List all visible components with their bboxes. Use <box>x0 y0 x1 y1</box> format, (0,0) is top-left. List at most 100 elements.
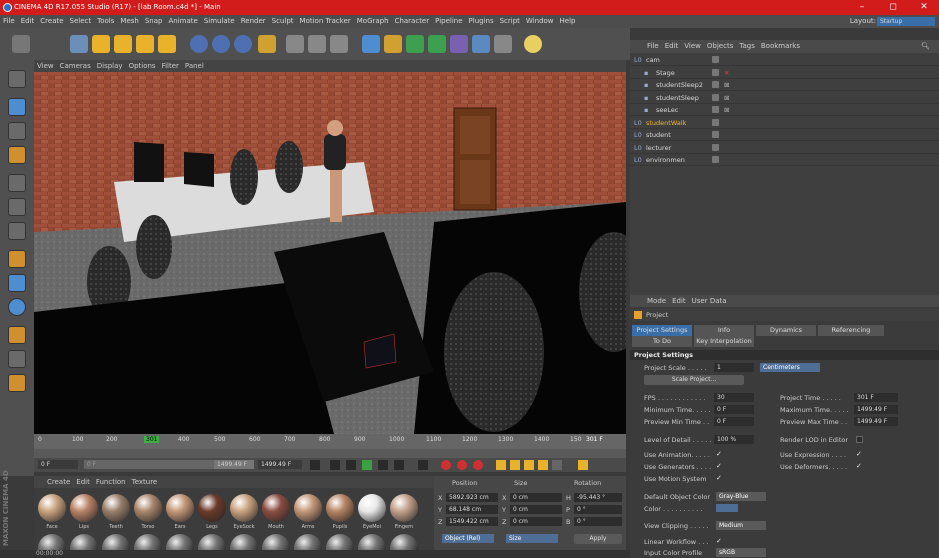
attr-menu-user-data[interactable]: User Data <box>689 295 730 307</box>
timeline[interactable]: 0 100 200 301 400 500 600 700 800 900 10… <box>34 434 626 458</box>
size-z-field[interactable]: 0 cm <box>510 517 562 526</box>
3d-viewport[interactable] <box>34 72 626 434</box>
coordinate-mode-dropdown[interactable]: Object (Rel) <box>442 534 494 543</box>
material-menu-edit[interactable]: Edit <box>73 476 93 488</box>
menu-mesh[interactable]: Mesh <box>117 15 141 28</box>
menu-script[interactable]: Script <box>497 15 523 28</box>
preview-max-field[interactable]: 1499.49 F <box>854 417 898 426</box>
tab-to-do[interactable]: To Do <box>632 336 692 347</box>
subdivision-icon[interactable] <box>406 35 424 53</box>
material-swatch[interactable] <box>102 494 130 522</box>
visibility-toggle-icon[interactable] <box>712 143 719 151</box>
objmgr-menu-file[interactable]: File <box>644 40 662 53</box>
move-icon[interactable] <box>92 35 110 53</box>
render-picture-viewer-icon[interactable] <box>308 35 326 53</box>
material-swatch[interactable] <box>358 494 386 522</box>
visibility-toggle-icon[interactable] <box>712 81 719 88</box>
pen-icon[interactable] <box>384 35 402 53</box>
render-status-icon[interactable]: ⊠ <box>724 92 729 104</box>
visibility-toggle-icon[interactable] <box>712 93 719 101</box>
close-button[interactable]: ✕ <box>909 0 939 15</box>
menu-pipeline[interactable]: Pipeline <box>432 15 465 28</box>
min-time-field[interactable]: 0 F <box>714 405 754 414</box>
size-mode-dropdown[interactable]: Size <box>506 534 558 543</box>
material-swatch[interactable] <box>198 494 226 522</box>
object-name[interactable]: studentSleep2 <box>656 79 703 91</box>
menu-create[interactable]: Create <box>37 15 66 28</box>
fps-field[interactable]: 30 <box>714 393 754 402</box>
start-frame-field[interactable]: 0 F <box>38 460 78 469</box>
menu-edit[interactable]: Edit <box>18 15 38 28</box>
undo-icon[interactable] <box>12 35 30 53</box>
snap-icon[interactable] <box>8 298 26 316</box>
render-status-icon[interactable]: ⊠ <box>724 104 729 116</box>
render-lod-checkbox[interactable] <box>856 436 863 443</box>
viewport-menu-display[interactable]: Display <box>94 60 126 72</box>
object-name[interactable]: student <box>646 129 671 141</box>
lock-workplane-icon[interactable] <box>8 350 26 368</box>
array-icon[interactable] <box>428 35 446 53</box>
recent-tool-icon[interactable] <box>158 35 176 53</box>
viewport-menu-filter[interactable]: Filter <box>159 60 182 72</box>
texture-mode-icon[interactable] <box>8 122 26 140</box>
scale-project-button[interactable]: Scale Project... <box>644 375 744 385</box>
material-swatch[interactable] <box>70 494 98 522</box>
visibility-toggle-icon[interactable] <box>712 68 719 76</box>
live-selection-icon[interactable] <box>70 35 88 53</box>
end-frame-field[interactable]: 1499.49 F <box>258 460 302 469</box>
viewport-menu-options[interactable]: Options <box>126 60 159 72</box>
workplane-icon[interactable] <box>8 146 26 164</box>
material-swatch[interactable] <box>390 494 418 522</box>
coordinate-system-icon[interactable] <box>258 35 276 53</box>
points-mode-icon[interactable] <box>8 174 26 192</box>
menu-sculpt[interactable]: Sculpt <box>269 15 297 28</box>
light-icon[interactable] <box>524 35 542 53</box>
y-axis-icon[interactable] <box>212 35 230 53</box>
pos-y-field[interactable]: 68.148 cm <box>446 505 498 514</box>
menu-plugins[interactable]: Plugins <box>466 15 497 28</box>
use-motion-checkbox[interactable]: ✓ <box>716 474 722 482</box>
rot-h-field[interactable]: -95.443 ° <box>574 493 622 502</box>
apply-button[interactable]: Apply <box>574 534 622 544</box>
viewport-menu-cameras[interactable]: Cameras <box>57 60 94 72</box>
tab-key-interpolation[interactable]: Key Interpolation <box>694 336 754 347</box>
object-row[interactable]: ▪ studentSleep ⊠ <box>630 92 939 104</box>
menu-animate[interactable]: Animate <box>165 15 200 28</box>
use-expression-checkbox[interactable]: ✓ <box>856 450 862 458</box>
camera-icon[interactable] <box>494 35 512 53</box>
polygons-mode-icon[interactable] <box>8 222 26 240</box>
material-menu-function[interactable]: Function <box>93 476 129 488</box>
menu-window[interactable]: Window <box>523 15 557 28</box>
objmgr-menu-edit[interactable]: Edit <box>662 40 682 53</box>
objmgr-menu-objects[interactable]: Objects <box>704 40 736 53</box>
tab-referencing[interactable]: Referencing <box>818 325 884 336</box>
material-swatch[interactable] <box>38 494 66 522</box>
object-row[interactable]: L0 lecturer <box>630 142 939 154</box>
menu-snap[interactable]: Snap <box>142 15 166 28</box>
viewport-menu-view[interactable]: View <box>34 60 57 72</box>
size-y-field[interactable]: 0 cm <box>510 505 562 514</box>
render-view-icon[interactable] <box>286 35 304 53</box>
scale-icon[interactable] <box>114 35 132 53</box>
rot-p-field[interactable]: 0 ° <box>574 505 622 514</box>
max-time-field[interactable]: 1499.49 F <box>854 405 898 414</box>
object-name[interactable]: studentWalk <box>646 117 686 129</box>
rot-b-field[interactable]: 0 ° <box>574 517 622 526</box>
color-swatch[interactable] <box>716 504 738 512</box>
object-name[interactable]: cam <box>646 54 660 66</box>
project-time-field[interactable]: 301 F <box>854 393 898 402</box>
z-axis-icon[interactable] <box>234 35 252 53</box>
render-settings-icon[interactable] <box>330 35 348 53</box>
magnet-icon[interactable] <box>8 326 26 344</box>
object-name[interactable]: Stage <box>656 67 675 79</box>
tab-project-settings[interactable]: Project Settings <box>632 325 692 336</box>
menu-mograph[interactable]: MoGraph <box>354 15 392 28</box>
floor-icon[interactable] <box>472 35 490 53</box>
object-name[interactable]: studentSleep <box>656 92 699 104</box>
render-status-icon[interactable]: ✕ <box>724 67 729 79</box>
pos-x-field[interactable]: 5892.923 cm <box>446 493 498 502</box>
render-status-icon[interactable]: ⊠ <box>724 79 729 91</box>
material-swatch[interactable] <box>294 494 322 522</box>
x-axis-icon[interactable] <box>190 35 208 53</box>
object-row[interactable]: L0 environmen <box>630 154 939 166</box>
